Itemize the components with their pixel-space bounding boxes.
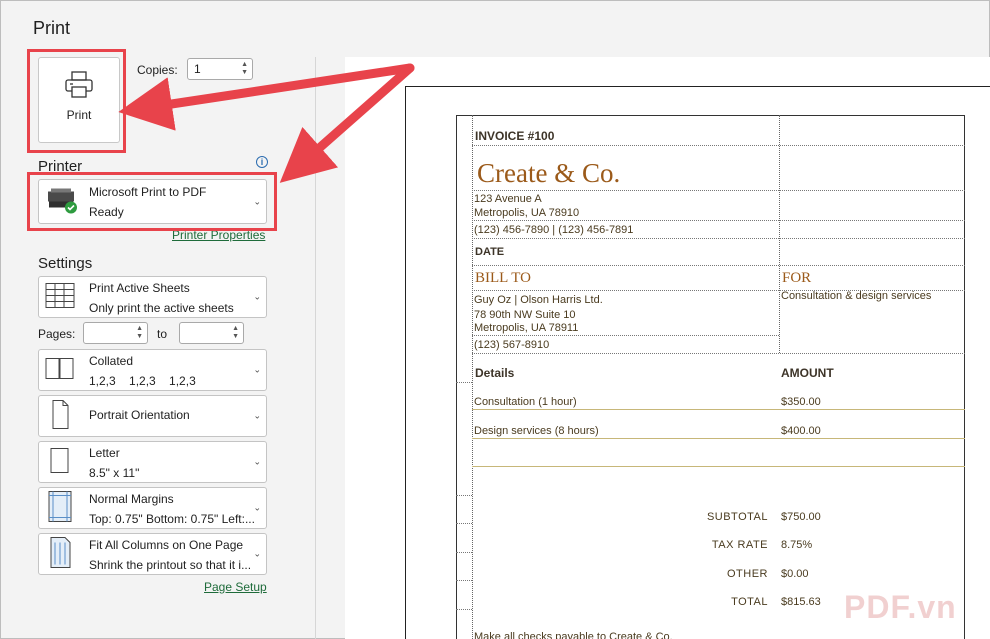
company-phones: (123) 456-7890 | (123) 456-7891 <box>474 224 634 236</box>
scaling-label: Fit All Columns on One Page <box>89 538 244 552</box>
grid-line <box>779 115 780 353</box>
grid-line <box>456 580 472 581</box>
grid-line <box>472 335 779 336</box>
chevron-down-icon: ⌄ <box>253 456 261 467</box>
paper-size-dropdown[interactable]: Letter 8.5" x 11" ⌄ <box>38 441 267 483</box>
other-label: OTHER <box>727 568 768 580</box>
scaling-dropdown[interactable]: Fit All Columns on One Page Shrink the p… <box>38 533 267 575</box>
chevron-down-icon: ⌄ <box>253 502 261 513</box>
print-what-desc: Only print the active sheets <box>89 301 234 315</box>
print-what-dropdown[interactable]: Print Active Sheets Only print the activ… <box>38 276 267 318</box>
grid-line <box>456 382 472 383</box>
company-name: Create & Co. <box>477 158 621 188</box>
fit-columns-icon <box>45 537 75 572</box>
details-header: Details <box>475 366 515 380</box>
highlight-box-print <box>27 49 126 153</box>
client-phone: (123) 567-8910 <box>474 339 550 351</box>
subtotal-value: $750.00 <box>781 511 821 523</box>
date-label: DATE <box>475 246 505 258</box>
client-address-1: 78 90th NW Suite 10 <box>474 309 576 321</box>
line-item-amount: $400.00 <box>781 425 821 437</box>
page-setup-link[interactable]: Page Setup <box>204 580 267 594</box>
chevron-down-icon: ⌄ <box>253 364 261 375</box>
pages-to-input[interactable]: ▲ ▼ <box>179 322 244 344</box>
copies-value: 1 <box>194 62 201 76</box>
margins-dropdown[interactable]: Normal Margins Top: 0.75" Bottom: 0.75" … <box>38 487 267 529</box>
chevron-down-icon: ⌄ <box>253 410 261 421</box>
copies-label: Copies: <box>137 63 178 77</box>
tax-value: 8.75% <box>781 539 813 551</box>
info-icon[interactable]: i <box>256 156 268 168</box>
grid-line <box>472 238 965 239</box>
chevron-down-icon: ⌄ <box>253 548 261 559</box>
for-value: Consultation & design services <box>781 290 932 302</box>
company-address-1: 123 Avenue A <box>474 193 542 205</box>
margins-desc: Top: 0.75" Bottom: 0.75" Left:... <box>89 512 255 526</box>
amount-header: AMOUNT <box>781 366 834 380</box>
collation-desc: 1,2,3 1,2,3 1,2,3 <box>89 374 196 388</box>
page-edge-left <box>405 86 406 639</box>
client-address-2: Metropolis, UA 78911 <box>474 322 579 334</box>
total-label: TOTAL <box>731 596 768 608</box>
highlight-box-printer <box>27 172 277 231</box>
pages-label: Pages: <box>38 327 76 341</box>
grid-line <box>472 353 965 354</box>
grid-line <box>456 495 472 496</box>
invoice-footer: Make all checks payable to Create & Co. <box>474 631 673 639</box>
orientation-dropdown[interactable]: Portrait Orientation ⌄ <box>38 395 267 437</box>
invoice-number: INVOICE #100 <box>475 129 555 143</box>
row-divider <box>472 409 965 410</box>
copies-input[interactable]: 1 ▲ ▼ <box>187 58 253 80</box>
client-name: Guy Oz | Olson Harris Ltd. <box>474 294 603 306</box>
grid-line <box>472 220 965 221</box>
tax-label: TAX RATE <box>711 539 768 551</box>
pages-from-input[interactable]: ▲ ▼ <box>83 322 148 344</box>
collated-icon <box>45 358 75 383</box>
grid-line <box>472 145 965 146</box>
panel-divider <box>315 57 316 639</box>
copies-spinner[interactable]: ▲ ▼ <box>241 61 248 77</box>
settings-heading: Settings <box>38 255 93 272</box>
grid-line <box>456 609 472 610</box>
print-what-label: Print Active Sheets <box>89 281 190 295</box>
total-value: $815.63 <box>781 596 821 608</box>
for-label: FOR <box>782 270 812 286</box>
watermark: PDF.vn <box>844 589 957 625</box>
chevron-down-icon: ⌄ <box>253 291 261 302</box>
grid-line <box>472 190 965 191</box>
line-item-amount: $350.00 <box>781 396 821 408</box>
page-edge-top <box>405 86 990 87</box>
other-value: $0.00 <box>781 568 809 580</box>
sheets-grid-icon <box>45 283 75 312</box>
bill-to-label: BILL TO <box>475 270 531 286</box>
margins-icon <box>45 491 75 526</box>
pages-to-label: to <box>157 327 168 341</box>
grid-line <box>456 523 472 524</box>
subtotal-label: SUBTOTAL <box>706 511 768 523</box>
grid-line <box>472 115 473 639</box>
orientation-label: Portrait Orientation <box>89 408 190 422</box>
margins-label: Normal Margins <box>89 492 174 506</box>
row-divider <box>472 438 965 439</box>
grid-line <box>472 265 965 266</box>
letter-page-icon <box>45 447 75 478</box>
collation-label: Collated <box>89 354 134 368</box>
paper-size-label: Letter <box>89 446 120 460</box>
scaling-desc: Shrink the printout so that it i... <box>89 558 252 572</box>
grid-line <box>456 552 472 553</box>
portrait-page-icon <box>45 400 75 433</box>
page-title: Print <box>33 18 71 38</box>
paper-size-desc: 8.5" x 11" <box>89 466 140 480</box>
line-item-desc: Consultation (1 hour) <box>474 396 577 408</box>
line-item-desc: Design services (8 hours) <box>474 425 599 437</box>
company-address-2: Metropolis, UA 78910 <box>474 207 580 219</box>
collation-dropdown[interactable]: Collated 1,2,3 1,2,3 1,2,3 ⌄ <box>38 349 267 391</box>
row-divider <box>472 466 965 467</box>
